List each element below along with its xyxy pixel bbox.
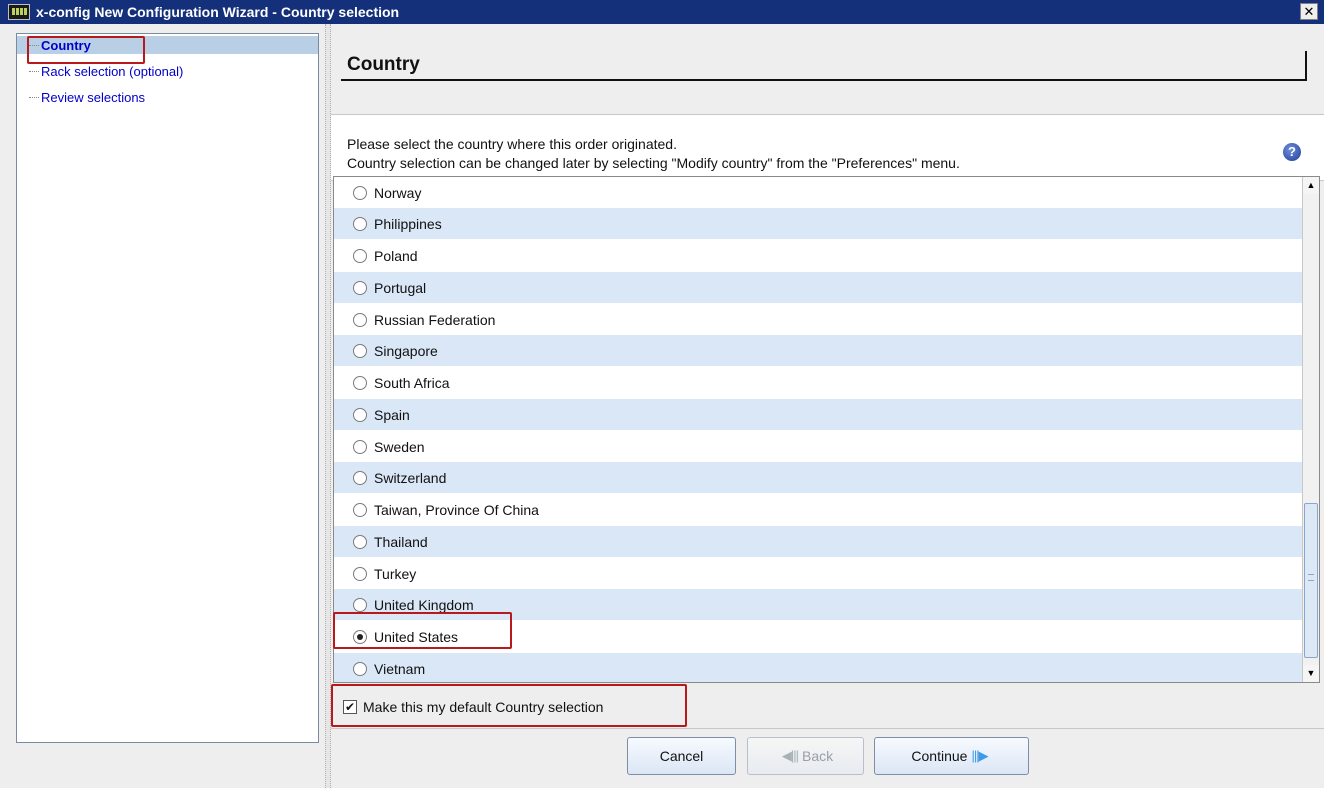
radio-button[interactable] [353,248,367,263]
country-item[interactable]: Norway [334,177,1303,208]
wizard-steps-panel: Country Rack selection (optional) Review… [0,24,325,788]
continue-arrow-icon: |||▶ [971,748,988,763]
highlight-box-country-step [27,36,145,64]
country-item[interactable]: Vietnam [334,653,1303,682]
country-item[interactable]: Singapore [334,335,1303,366]
country-item[interactable]: Taiwan, Province Of China [334,494,1303,525]
country-item[interactable]: Spain [334,399,1303,430]
country-item[interactable]: South Africa [334,367,1303,398]
country-label: Spain [374,406,410,423]
tree-connector [29,70,39,72]
country-item[interactable]: Switzerland [334,462,1303,493]
radio-button[interactable] [353,407,367,422]
radio-button[interactable] [353,439,367,454]
radio-button[interactable] [353,661,367,676]
back-button[interactable]: ◀||| Back [747,737,864,775]
continue-button[interactable]: Continue |||▶ [874,737,1029,775]
country-label: Vietnam [374,660,426,677]
country-item[interactable]: Sweden [334,431,1303,462]
scroll-down-icon[interactable]: ▼ [1303,665,1319,682]
tree-connector [29,96,39,98]
instruction-line-2: Country selection can be changed later b… [347,155,960,171]
country-list: Norway Philippines Poland Portugal Russi… [333,176,1320,683]
country-item[interactable]: Philippines [334,208,1303,239]
country-label: Portugal [374,279,427,296]
scroll-thumb[interactable] [1304,503,1318,658]
radio-button[interactable] [353,566,367,581]
country-label: Thailand [374,533,428,550]
tree-item-label: Rack selection (optional) [41,63,184,79]
radio-button[interactable] [353,597,367,612]
tree-item-rack-selection[interactable]: Rack selection (optional) [17,62,183,80]
tree-item-review-selections[interactable]: Review selections [17,88,145,106]
title-underline [341,51,1307,81]
wizard-steps-tree: Country Rack selection (optional) Review… [16,33,319,743]
button-divider [331,728,1324,729]
instruction-line-1: Please select the country where this ord… [347,136,677,152]
radio-button[interactable] [353,312,367,327]
radio-button[interactable] [353,185,367,200]
scroll-up-icon[interactable]: ▲ [1303,177,1319,194]
wizard-content-panel: Country Please select the country where … [331,24,1324,788]
list-scrollbar[interactable]: ▲ ▼ [1302,177,1319,682]
country-label: Poland [374,247,418,264]
back-button-label: Back [802,748,834,764]
country-label: Philippines [374,215,442,232]
app-icon [8,4,30,20]
continue-button-label: Continue [911,748,968,764]
country-label: South Africa [374,374,450,391]
section-header: Country [331,36,1324,111]
country-label: Norway [374,184,422,201]
radio-button[interactable] [353,502,367,517]
radio-button[interactable] [353,375,367,390]
tree-item-label: Review selections [41,89,146,105]
country-label: Singapore [374,342,438,359]
instructions-panel: Please select the country where this ord… [331,114,1324,181]
country-label: Switzerland [374,469,447,486]
country-label: Turkey [374,565,417,582]
radio-button[interactable] [353,470,367,485]
country-label: Russian Federation [374,311,496,328]
country-label: Taiwan, Province Of China [374,501,539,518]
page-title: Country [347,54,420,75]
radio-button[interactable] [353,534,367,549]
radio-button[interactable] [353,343,367,358]
cancel-button-label: Cancel [659,748,704,764]
help-icon[interactable]: ? [1283,143,1301,161]
country-item[interactable]: Russian Federation [334,304,1303,335]
country-label: United Kingdom [374,596,474,613]
back-arrow-icon: ◀||| [781,748,799,763]
radio-button[interactable] [353,280,367,295]
close-button[interactable]: ✕ [1300,3,1318,20]
radio-button[interactable] [353,216,367,231]
cancel-button[interactable]: Cancel [627,737,736,775]
country-label: Sweden [374,438,425,455]
button-row: Cancel ◀||| Back Continue |||▶ [331,737,1324,777]
window-title: x-config New Configuration Wizard - Coun… [36,4,400,20]
country-item[interactable]: Poland [334,240,1303,271]
country-item[interactable]: Thailand [334,526,1303,557]
highlight-box-default-option [331,684,687,727]
country-item[interactable]: Portugal [334,272,1303,303]
window-titlebar: x-config New Configuration Wizard - Coun… [0,0,1324,24]
highlight-box-selected-country [333,612,512,649]
country-item[interactable]: Turkey [334,558,1303,589]
